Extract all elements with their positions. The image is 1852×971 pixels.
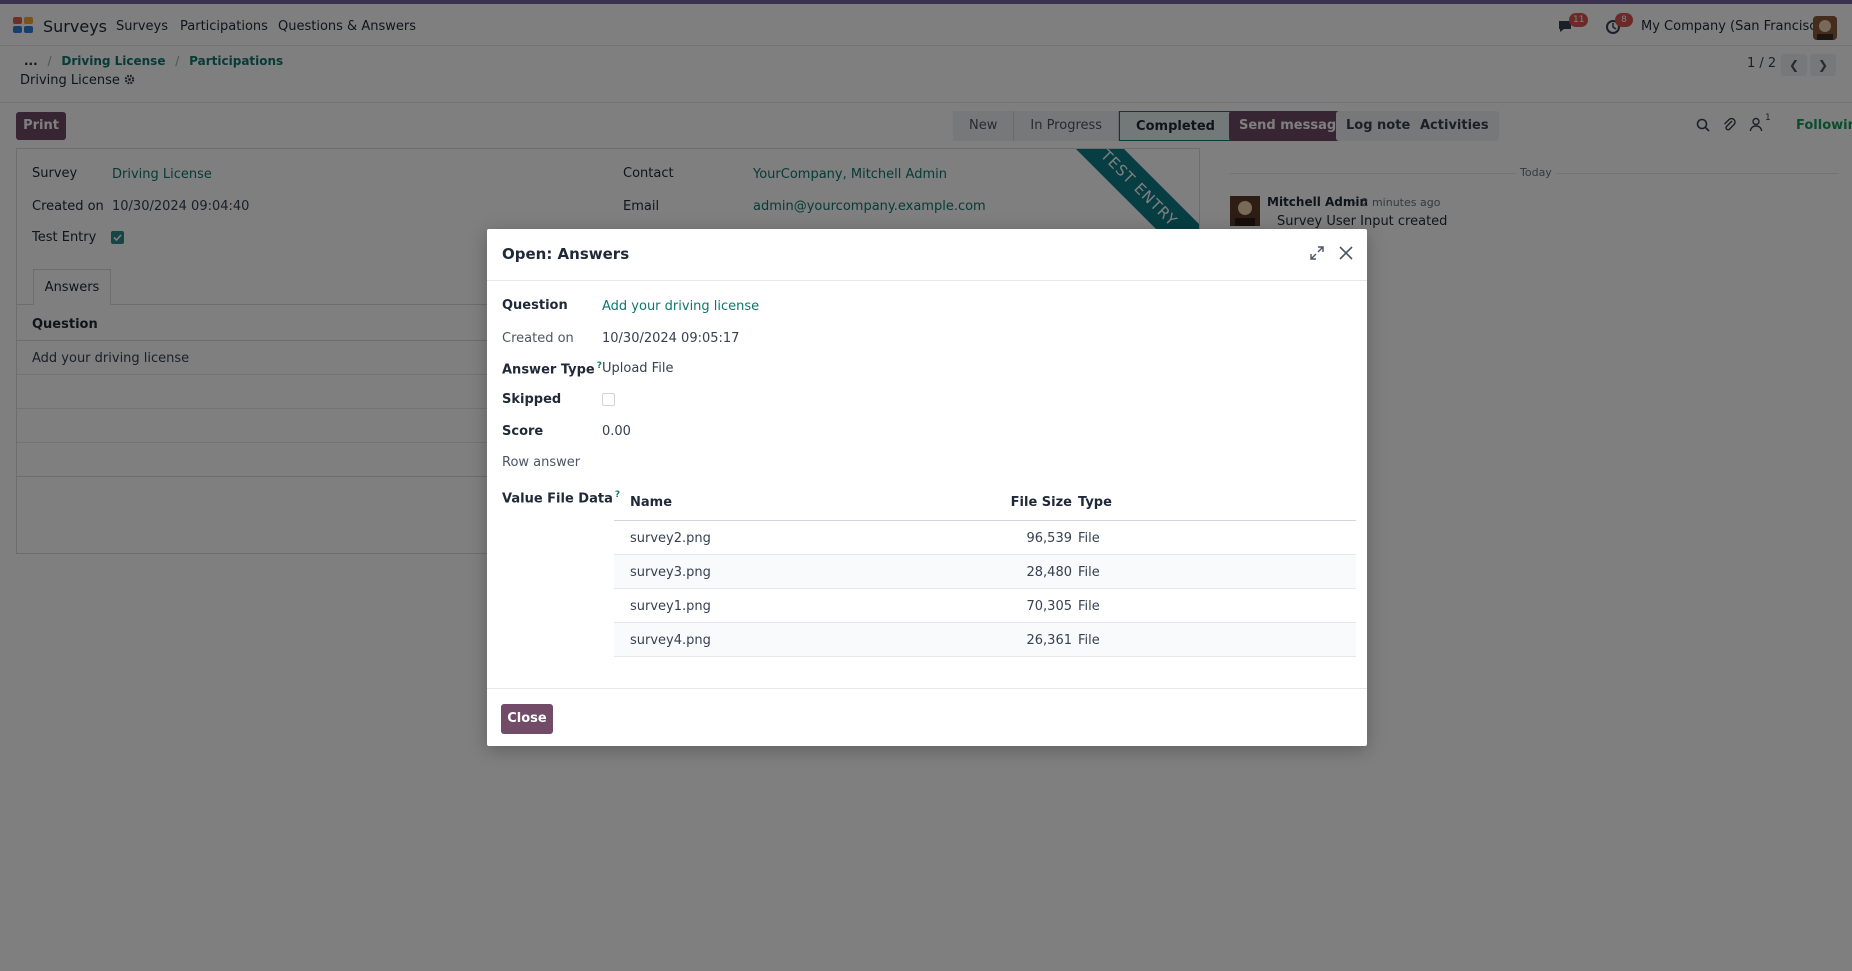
created-on-value: 10/30/2024 09:05:17 [602, 331, 740, 346]
value-file-data-label: Value File Data? [502, 490, 620, 506]
dialog-header: Open: Answers [487, 229, 1367, 281]
file-type: File [1078, 531, 1100, 546]
file-size: 26,361 [1026, 633, 1073, 648]
dialog-title: Open: Answers [502, 245, 630, 263]
score-value: 0.00 [602, 424, 631, 439]
table-row[interactable]: survey1.png 70,305 File [614, 589, 1356, 623]
created-on-label: Created on [502, 331, 574, 346]
column-name[interactable]: Name [630, 495, 672, 510]
file-size: 28,480 [1026, 565, 1073, 580]
file-name: survey3.png [630, 565, 711, 580]
column-file-size[interactable]: File Size [1011, 495, 1072, 510]
table-row[interactable]: survey3.png 28,480 File [614, 555, 1356, 589]
file-name: survey4.png [630, 633, 711, 648]
file-type: File [1078, 599, 1100, 614]
file-type: File [1078, 565, 1100, 580]
close-button[interactable]: Close [501, 704, 553, 734]
skipped-label: Skipped [502, 392, 562, 407]
close-icon[interactable] [1338, 245, 1356, 263]
file-name: survey1.png [630, 599, 711, 614]
expand-icon[interactable] [1309, 245, 1327, 263]
row-answer-label: Row answer [502, 455, 581, 470]
answer-type-label-text: Answer Type [502, 362, 595, 378]
dialog-footer-divider [487, 688, 1367, 689]
column-type[interactable]: Type [1078, 495, 1112, 510]
question-label: Question [502, 298, 568, 313]
value-file-data-label-text: Value File Data [502, 491, 613, 507]
answer-type-label: Answer Type? [502, 361, 602, 377]
question-link[interactable]: Add your driving license [602, 299, 759, 314]
answers-dialog: Open: Answers Question Add your driving … [487, 229, 1367, 746]
skipped-checkbox[interactable] [602, 393, 615, 406]
file-name: survey2.png [630, 531, 711, 546]
file-size: 70,305 [1026, 599, 1073, 614]
table-row[interactable]: survey4.png 26,361 File [614, 623, 1356, 657]
answer-type-value: Upload File [602, 361, 674, 376]
file-type: File [1078, 633, 1100, 648]
table-row[interactable]: survey2.png 96,539 File [614, 521, 1356, 555]
file-table-header: Name File Size Type [614, 485, 1356, 521]
file-size: 96,539 [1026, 531, 1073, 546]
score-label: Score [502, 424, 544, 439]
